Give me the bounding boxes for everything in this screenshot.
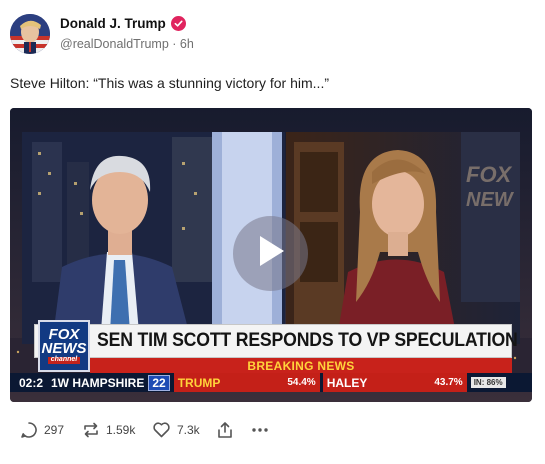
author-info: Donald J. Trump @realDonaldTrump · 6h	[60, 16, 194, 51]
ticker-time: 02:2	[19, 375, 44, 390]
logo-line2: NEWS	[41, 340, 87, 358]
reply-icon	[20, 421, 38, 439]
like-icon	[152, 421, 171, 439]
fox-news-logo: FOX NEWS channel	[38, 320, 90, 372]
ticker-trump: TRUMP 54.4%	[173, 373, 320, 392]
repost-count: 1.59k	[106, 423, 136, 437]
logo-line3: channel	[47, 357, 81, 365]
video-player[interactable]: FOX NEW SEN TIM SCOTT RESPONDS TO VP SPE…	[10, 108, 532, 402]
more-icon	[250, 421, 270, 439]
repost-icon	[82, 421, 100, 439]
video-chyron: SEN TIM SCOTT RESPONDS TO VP SPECULATION	[34, 324, 518, 358]
post-header: Donald J. Trump @realDonaldTrump · 6h	[10, 14, 194, 54]
reply-count: 297	[44, 423, 65, 437]
ticker-state: 1W HAMPSHIRE	[51, 375, 145, 390]
share-icon	[216, 421, 234, 439]
ticker-haley: HALEY 43.7%	[322, 373, 467, 392]
avatar[interactable]	[10, 14, 50, 54]
svg-text:FOX: FOX	[466, 162, 513, 187]
chyron-text: SEN TIM SCOTT RESPONDS TO VP SPECULATION	[97, 330, 518, 351]
verified-badge-icon	[170, 16, 186, 31]
results-ticker: 02:2 1W HAMPSHIRE 22 TRUMP 54.4% HALEY 4…	[10, 373, 532, 392]
svg-text:NEW: NEW	[466, 189, 515, 211]
more-button[interactable]	[244, 421, 270, 439]
ticker-in-reported: IN: 86%	[470, 377, 506, 388]
haley-name: HALEY	[326, 375, 368, 390]
like-button[interactable]: 7.3k	[146, 421, 210, 439]
reply-button[interactable]: 297	[14, 421, 76, 439]
post-text: Steve Hilton: “This was a stunning victo…	[10, 75, 329, 91]
trump-pct: 54.4%	[287, 377, 316, 388]
handle-and-time[interactable]: @realDonaldTrump · 6h	[60, 37, 194, 51]
play-button[interactable]	[233, 216, 308, 291]
like-count: 7.3k	[177, 423, 200, 437]
share-button[interactable]	[210, 421, 244, 439]
action-bar: 297 1.59k 7.3k	[14, 421, 270, 439]
haley-pct: 43.7%	[434, 377, 463, 388]
trump-name: TRUMP	[177, 375, 221, 390]
breaking-news-bar: BREAKING NEWS	[90, 358, 512, 373]
play-icon	[256, 234, 286, 273]
repost-button[interactable]: 1.59k	[76, 421, 146, 439]
ticker-district: 22	[148, 374, 170, 391]
display-name[interactable]: Donald J. Trump	[60, 16, 166, 31]
